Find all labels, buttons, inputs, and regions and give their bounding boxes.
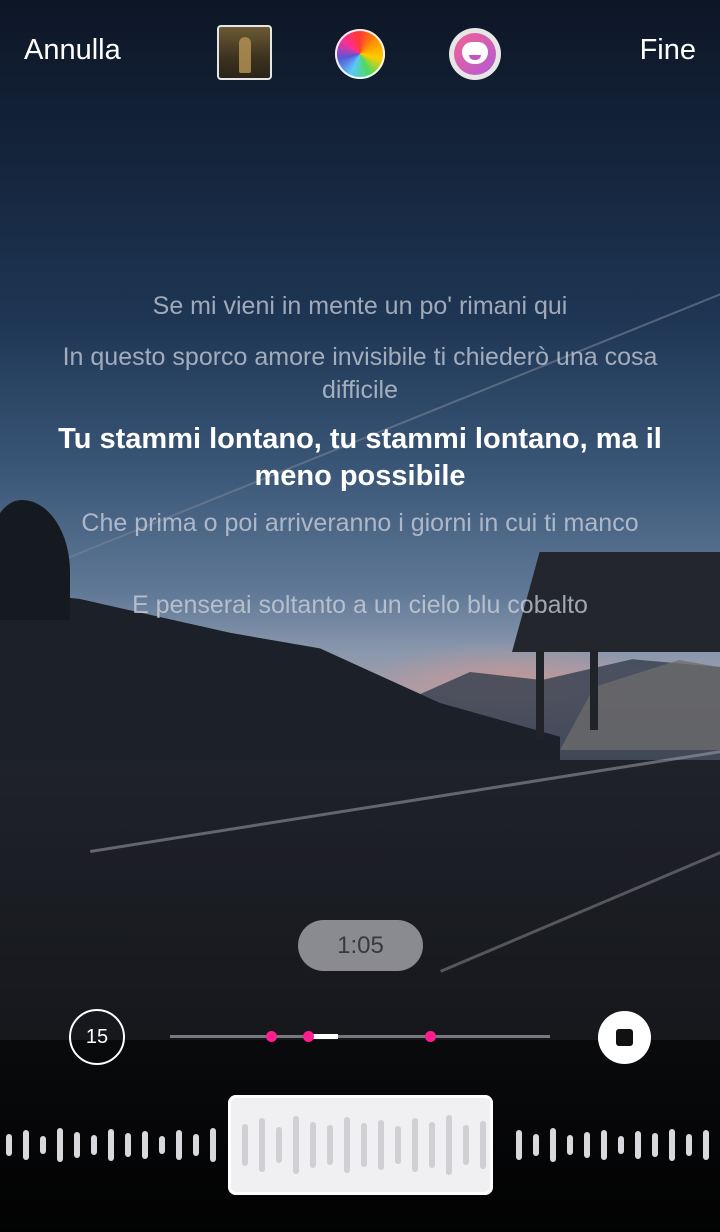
waveform-bar: [6, 1134, 12, 1156]
album-cover-button[interactable]: [217, 25, 272, 80]
lyric-line: Che prima o poi arriveranno i giorni in …: [81, 509, 639, 537]
stop-icon: [616, 1029, 633, 1046]
waveform-bar: [516, 1130, 522, 1160]
waveform-bar: [550, 1128, 556, 1162]
waveform-bar-selected: [412, 1118, 418, 1172]
waveform-bar: [601, 1130, 607, 1160]
waveform-bar: [584, 1132, 590, 1158]
skip-15-icon: 15: [85, 1026, 109, 1048]
waveform-bar: [91, 1135, 97, 1155]
waveform-bar-selected: [378, 1120, 384, 1170]
lyrics-style-button[interactable]: [449, 28, 501, 80]
waveform-bar: [533, 1134, 539, 1156]
waveform-bar: [176, 1130, 182, 1160]
waveform-bar: [142, 1131, 148, 1159]
waveform-bar-selected: [463, 1125, 469, 1165]
waveform-bar-selected: [361, 1123, 367, 1167]
waveform-bar-selected: [259, 1118, 265, 1172]
waveform-bar: [669, 1129, 675, 1161]
waveform-bar: [635, 1131, 641, 1159]
stop-button[interactable]: [598, 1011, 651, 1064]
waveform-bar-selected: [395, 1126, 401, 1164]
lyric-line: In questo sporco amore invisibile ti chi…: [62, 343, 658, 404]
lyric-marker: [425, 1031, 436, 1042]
lyric-line-active: Tu stammi lontano, tu stammi lontano, ma…: [58, 423, 662, 492]
progress-played-segment: [310, 1034, 338, 1039]
cancel-button[interactable]: Annulla: [24, 34, 121, 67]
waveform-bar-selected: [276, 1127, 282, 1163]
waveform-bar-selected: [327, 1125, 333, 1165]
waveform-bar: [108, 1129, 114, 1161]
waveform-bar-selected: [446, 1115, 452, 1175]
waveform-bar: [193, 1134, 199, 1156]
skip-15-button[interactable]: 15: [69, 1009, 125, 1065]
waveform-bar-selected: [242, 1124, 248, 1166]
waveform-bar: [567, 1135, 573, 1155]
waveform-bar-selected: [310, 1122, 316, 1168]
waveform-bar: [618, 1136, 624, 1154]
waveform-bar: [159, 1136, 165, 1154]
waveform-bar: [23, 1130, 29, 1160]
waveform-bar: [703, 1130, 709, 1160]
waveform-bar-selected: [429, 1122, 435, 1168]
waveform-bar: [74, 1132, 80, 1158]
waveform-bar: [40, 1136, 46, 1154]
progress-track[interactable]: [170, 1031, 550, 1042]
clip-selector-handle[interactable]: [228, 1095, 493, 1195]
done-button[interactable]: Fine: [640, 34, 696, 67]
waveform-bar-selected: [293, 1116, 299, 1174]
lyric-marker: [266, 1031, 277, 1042]
current-time-label: 1:05: [298, 920, 423, 971]
waveform-bar-selected: [480, 1121, 486, 1169]
lyric-line: Se mi vieni in mente un po' rimani qui: [152, 292, 568, 320]
waveform-bar-selected: [344, 1117, 350, 1173]
color-wheel-icon[interactable]: [335, 29, 385, 79]
waveform-bar: [686, 1134, 692, 1156]
waveform-bar: [210, 1128, 216, 1162]
waveform-bar: [57, 1128, 63, 1162]
lyric-line: E penserai soltanto a un cielo blu cobal…: [132, 591, 588, 619]
waveform-bar: [125, 1133, 131, 1157]
lyric-marker: [303, 1031, 314, 1042]
waveform-bar: [652, 1133, 658, 1157]
album-cover-image: [239, 37, 251, 73]
